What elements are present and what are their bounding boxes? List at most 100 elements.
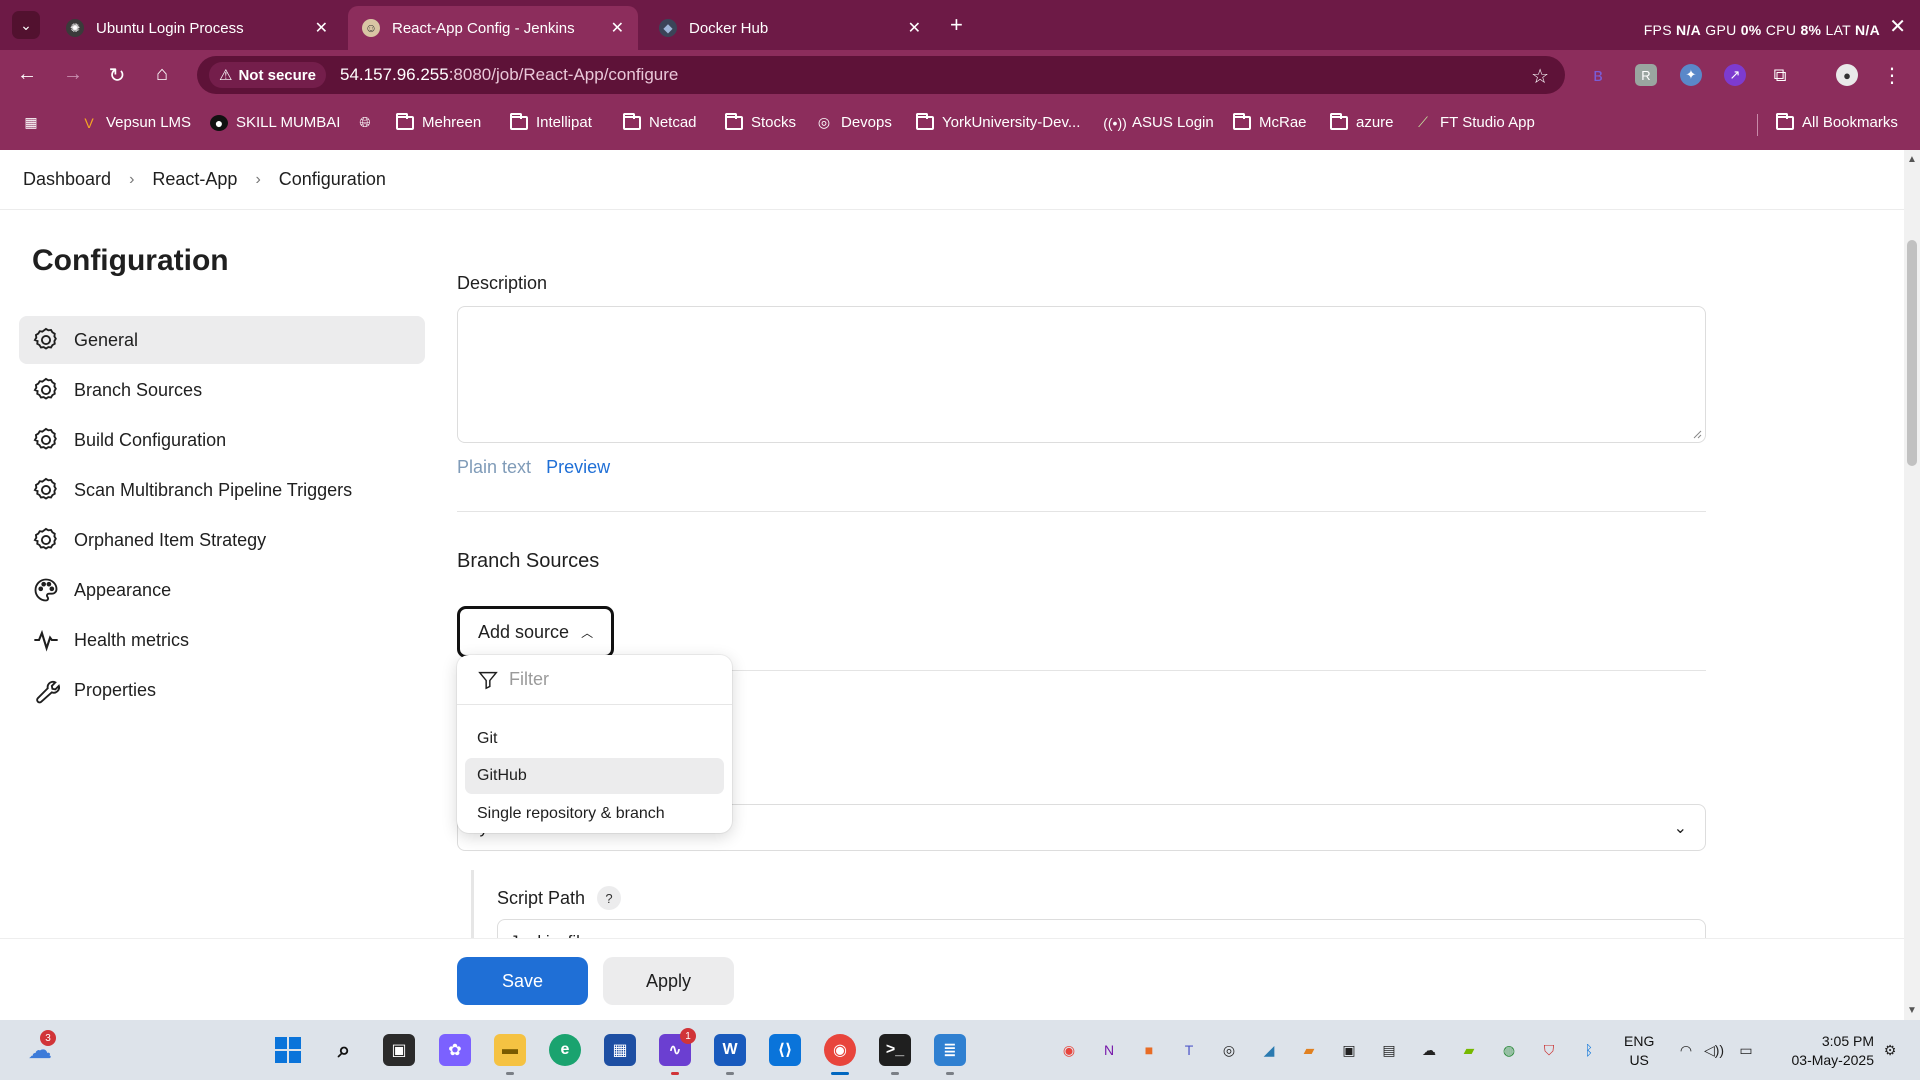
plain-text-link[interactable]: Plain text xyxy=(457,457,531,477)
language-indicator[interactable]: ENG US xyxy=(1624,1032,1654,1070)
all-bookmarks[interactable]: All Bookmarks xyxy=(1776,112,1898,131)
section-divider xyxy=(457,511,1706,512)
avatar[interactable]: ● xyxy=(1836,64,1858,86)
new-tab-button[interactable]: + xyxy=(950,12,963,38)
bookmark-skill-mumbai[interactable]: ● SKILL MUMBAI xyxy=(210,114,340,131)
task-view-icon[interactable]: ▣ xyxy=(383,1034,415,1066)
apps-grid-icon[interactable]: ▦ xyxy=(22,114,48,130)
sidebar-item-scan-triggers[interactable]: Scan Multibranch Pipeline Triggers xyxy=(19,466,425,514)
help-icon[interactable]: ? xyxy=(597,886,622,910)
bookmark-york[interactable]: YorkUniversity-Dev... xyxy=(916,112,1080,131)
extension-icon[interactable]: ʙ xyxy=(1587,64,1609,86)
wifi-icon[interactable]: ◠ xyxy=(1676,1040,1696,1060)
extension-icon[interactable]: ↗ xyxy=(1724,64,1746,86)
tray-app-icon[interactable]: ▰ xyxy=(1299,1040,1319,1060)
battery-icon[interactable]: ▭ xyxy=(1736,1040,1756,1060)
bookmark-star-icon[interactable]: ☆ xyxy=(1531,64,1549,89)
tab-ubuntu-login[interactable]: ✺ Ubuntu Login Process ✕ xyxy=(52,6,342,50)
source-option-github[interactable]: GitHub xyxy=(465,758,724,794)
tray-app-icon[interactable]: ■ xyxy=(1139,1040,1159,1060)
bookmark-azure[interactable]: azure xyxy=(1330,112,1394,131)
extension-icon[interactable]: R xyxy=(1635,64,1657,86)
sidebar-item-label: Orphaned Item Strategy xyxy=(74,529,267,550)
kebab-menu-icon[interactable]: ⋮ xyxy=(1881,64,1903,87)
breadcrumb-dashboard[interactable]: Dashboard xyxy=(23,169,111,190)
source-option-single-repo[interactable]: Single repository & branch xyxy=(465,796,724,832)
breadcrumb-react-app[interactable]: React-App xyxy=(152,169,237,190)
sidebar-item-orphaned-item-strategy[interactable]: Orphaned Item Strategy xyxy=(19,516,425,564)
bookmark-asus[interactable]: ((•)) ASUS Login xyxy=(1103,114,1214,131)
podcast-icon[interactable]: ◎ xyxy=(1219,1040,1239,1060)
puzzle-icon[interactable]: ⧉ xyxy=(1769,64,1791,86)
clock[interactable]: 3:05 PM 03-May-2025 xyxy=(1774,1032,1875,1070)
forward-icon[interactable]: → xyxy=(60,63,86,86)
reload-icon[interactable]: ↻ xyxy=(104,63,130,88)
bookmark-ft-studio[interactable]: ⟋ FT Studio App xyxy=(1414,114,1535,131)
onedrive-icon[interactable]: ☁ xyxy=(1419,1040,1439,1060)
sidebar-item-branch-sources[interactable]: Branch Sources xyxy=(19,366,425,414)
chrome-tray-icon[interactable]: ◉ xyxy=(1059,1040,1079,1060)
search-icon[interactable]: ⌕ xyxy=(328,1034,360,1066)
tab-docker-hub[interactable]: ◆ Docker Hub ✕ xyxy=(645,6,935,50)
bookmark-mehreen[interactable]: Mehreen xyxy=(396,112,481,131)
sidebar-item-properties[interactable]: Properties xyxy=(19,666,425,714)
source-option-git[interactable]: Git xyxy=(465,721,724,757)
bookmark-stocks[interactable]: Stocks xyxy=(725,112,796,131)
tray-app-icon[interactable]: ▣ xyxy=(1339,1040,1359,1060)
resize-handle-icon[interactable] xyxy=(1692,429,1702,439)
apply-button[interactable]: Apply xyxy=(603,957,734,1005)
store-icon[interactable]: ▦ xyxy=(604,1034,636,1066)
sidebar-item-general[interactable]: General xyxy=(19,316,425,364)
terminal-icon[interactable]: >_ xyxy=(879,1034,911,1066)
home-icon[interactable]: ⌂ xyxy=(149,63,175,86)
teams-icon[interactable]: T xyxy=(1179,1040,1199,1060)
close-icon[interactable]: ✕ xyxy=(315,18,328,38)
bookmark-mcrae[interactable]: McRae xyxy=(1233,112,1307,131)
close-icon[interactable]: ✕ xyxy=(611,18,624,38)
notification-icon[interactable]: ⚙ xyxy=(1880,1040,1900,1060)
start-icon[interactable] xyxy=(272,1034,304,1066)
bookmark-netcad[interactable]: Netcad xyxy=(623,112,697,131)
bookmark-vepsun[interactable]: V Vepsun LMS xyxy=(80,114,191,131)
window-close-icon[interactable]: ✕ xyxy=(1889,14,1906,39)
edge-icon[interactable]: e xyxy=(549,1034,581,1066)
volume-icon[interactable]: ◁)) xyxy=(1704,1040,1724,1060)
browser-tab-bar: ⌄ ✺ Ubuntu Login Process ✕ ☺ React-App C… xyxy=(0,0,1920,50)
scroll-down-icon[interactable]: ▼ xyxy=(1907,1005,1917,1016)
page-scrollbar[interactable]: ▲ ▼ xyxy=(1904,150,1920,1020)
scroll-up-icon[interactable]: ▲ xyxy=(1907,154,1917,165)
description-textarea[interactable] xyxy=(457,306,1706,443)
scrollbar-thumb[interactable] xyxy=(1907,240,1917,466)
vscode-icon[interactable]: ⟨⟩ xyxy=(769,1034,801,1066)
tray-app-icon[interactable]: ◢ xyxy=(1259,1040,1279,1060)
not-secure-badge[interactable]: ⚠ Not secure xyxy=(209,62,326,88)
sidebar-item-appearance[interactable]: Appearance xyxy=(19,566,425,614)
onenote-icon[interactable]: N xyxy=(1099,1040,1119,1060)
preview-link[interactable]: Preview xyxy=(546,457,610,477)
add-source-button[interactable]: Add source ︿ xyxy=(457,606,614,658)
file-explorer-icon[interactable]: ▬ xyxy=(494,1034,526,1066)
save-button[interactable]: Save xyxy=(457,957,588,1005)
tab-jenkins-config[interactable]: ☺ React-App Config - Jenkins ✕ xyxy=(348,6,638,50)
sidebar-item-build-configuration[interactable]: Build Configuration xyxy=(19,416,425,464)
security-icon[interactable]: ⛉ xyxy=(1539,1040,1559,1060)
bookmark-devops[interactable]: ◎ Devops xyxy=(815,114,892,131)
close-icon[interactable]: ✕ xyxy=(908,18,921,38)
nvidia-icon[interactable]: ▰ xyxy=(1459,1040,1479,1060)
address-bar[interactable]: ⚠ Not secure 54.157.96.255:8080/job/Reac… xyxy=(197,56,1565,94)
chrome-icon[interactable]: ◉ xyxy=(824,1034,856,1066)
tray-app-icon[interactable]: ▤ xyxy=(1379,1040,1399,1060)
word-icon[interactable]: W xyxy=(714,1034,746,1066)
filter-input[interactable]: Filter xyxy=(457,655,732,705)
extension-icon[interactable]: ✦ xyxy=(1680,64,1702,86)
copilot-icon[interactable]: ✿ xyxy=(439,1034,471,1066)
breadcrumb-configuration[interactable]: Configuration xyxy=(279,169,386,190)
globe-icon[interactable]: 🌐︎ xyxy=(356,114,382,130)
globe-tray-icon[interactable]: ◍ xyxy=(1499,1040,1519,1060)
bookmark-intellipat[interactable]: Intellipat xyxy=(510,112,592,131)
bluetooth-icon[interactable]: ᛒ xyxy=(1579,1040,1599,1060)
back-icon[interactable]: ← xyxy=(14,63,40,86)
sidebar-item-health-metrics[interactable]: Health metrics xyxy=(19,616,425,664)
tab-search-button[interactable]: ⌄ xyxy=(12,11,40,39)
notepad-icon[interactable]: ≣ xyxy=(934,1034,966,1066)
